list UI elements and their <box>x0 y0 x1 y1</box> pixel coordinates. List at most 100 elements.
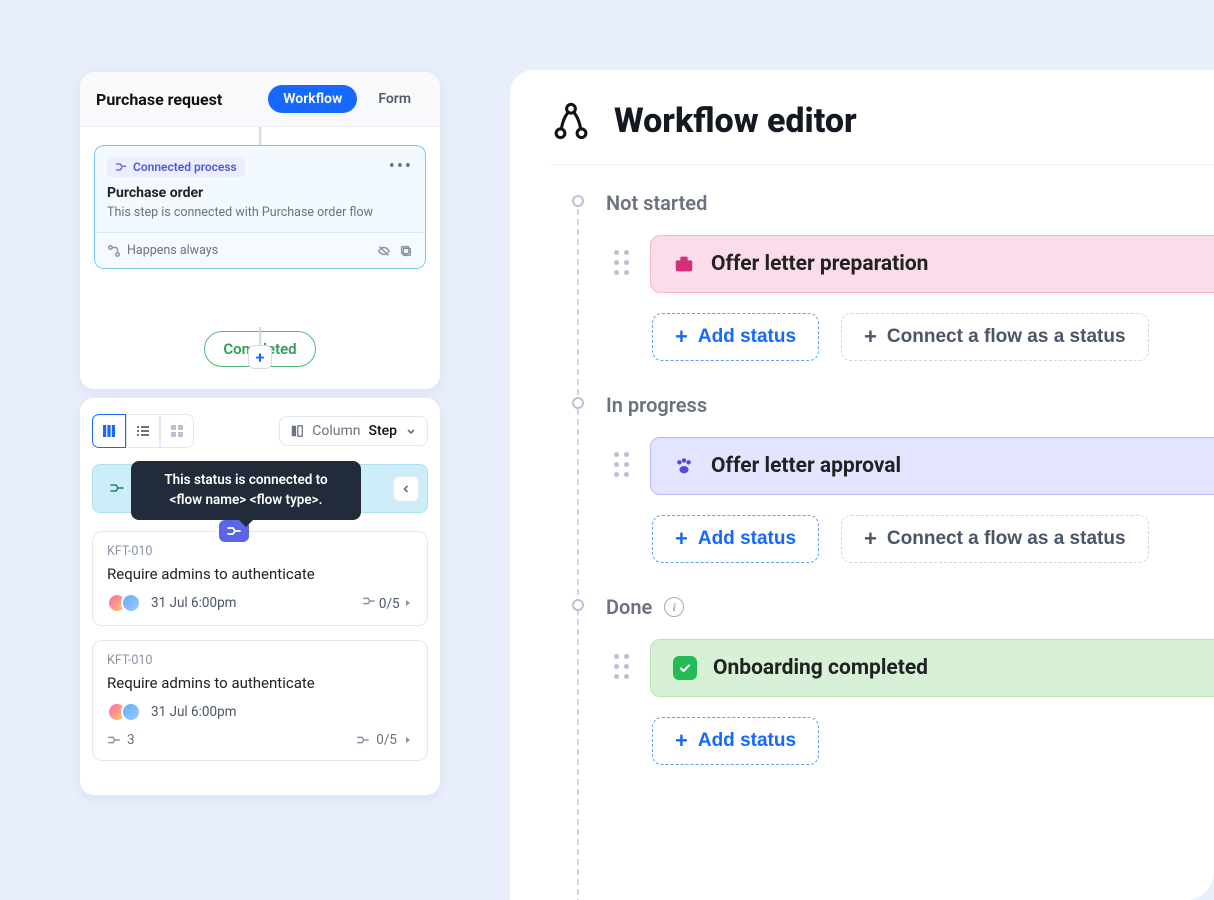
panel-body: Connected process ••• Purchase order Thi… <box>80 127 440 389</box>
tooltip-line: <flow name> <flow type>. <box>145 491 347 511</box>
status-label: Onboarding completed <box>713 656 928 680</box>
connected-process-label: Connected process <box>133 160 237 174</box>
drag-handle[interactable] <box>614 250 632 278</box>
view-board-button[interactable] <box>92 414 126 448</box>
stage-label: Done i <box>606 595 1214 619</box>
drag-handle[interactable] <box>614 452 632 480</box>
flow-icon <box>115 161 127 173</box>
editor-title: Workflow editor <box>614 101 857 141</box>
stage-label: In progress <box>606 393 1214 417</box>
board-icon <box>101 423 117 439</box>
status-offer-approval[interactable]: Offer letter approval <box>650 437 1214 495</box>
add-step-button[interactable]: + <box>248 345 272 369</box>
canvas: Purchase request Workflow Form Connected… <box>0 0 1214 900</box>
chevron-down-icon <box>405 425 417 437</box>
purchase-request-panel: Purchase request Workflow Form Connected… <box>80 72 440 389</box>
task-title: Require admins to authenticate <box>107 565 413 583</box>
column-value: Step <box>368 423 397 439</box>
panel-title: Purchase request <box>96 90 222 109</box>
column-collapse-button[interactable] <box>393 476 419 502</box>
chevron-left-icon <box>400 483 412 495</box>
task-id: KFT-010 <box>107 653 413 668</box>
connected-process-tag: Connected process <box>107 157 245 177</box>
happens-label: Happens always <box>127 243 218 258</box>
avatar <box>121 593 141 613</box>
status-label: Offer letter approval <box>711 454 901 478</box>
tab-form[interactable]: Form <box>363 85 426 113</box>
panel-tabs: Workflow Form <box>268 85 426 113</box>
task-meta: 31 Jul 6:00pm 0/5 <box>107 593 413 613</box>
add-status-button[interactable]: +Add status <box>652 313 819 361</box>
stage-done: Done i Onboarding completed +Add status <box>572 595 1214 765</box>
workflow-editor-panel: Workflow editor Not started Offer letter… <box>510 70 1214 900</box>
connector-line <box>259 127 261 145</box>
status-tooltip: This status is connected to <flow name> … <box>131 461 361 520</box>
stage-dot <box>572 195 584 207</box>
briefcase-icon <box>673 253 695 275</box>
stages-container: Not started Offer letter preparation +Ad… <box>572 191 1214 765</box>
board-panel: Column Step This status is connected to … <box>80 398 440 795</box>
status-offer-prep[interactable]: Offer letter preparation <box>650 235 1214 293</box>
assignee-avatars[interactable] <box>107 593 141 613</box>
chevron-right-icon[interactable] <box>403 598 413 608</box>
stage-in-progress: In progress Offer letter approval +Add s… <box>572 393 1214 563</box>
status-label: Offer letter preparation <box>711 252 928 276</box>
editor-header: Workflow editor <box>550 100 1214 165</box>
stage-not-started: Not started Offer letter preparation +Ad… <box>572 191 1214 361</box>
assignee-avatars[interactable] <box>107 702 141 722</box>
task-footer: 3 0/5 <box>107 732 413 748</box>
visibility-icon[interactable] <box>377 244 391 258</box>
task-meta: 31 Jul 6:00pm <box>107 702 413 722</box>
list-icon <box>135 423 151 439</box>
workflow-icon <box>550 100 592 142</box>
more-icon[interactable]: ••• <box>389 156 413 177</box>
info-icon[interactable]: i <box>664 597 684 617</box>
drag-handle[interactable] <box>614 654 632 682</box>
step-title: Purchase order <box>95 183 425 205</box>
grid-icon <box>169 423 185 439</box>
stage-label: Not started <box>606 191 1214 215</box>
avatar <box>121 702 141 722</box>
subtask-count: 3 <box>107 732 135 748</box>
subtask-icon <box>107 733 121 747</box>
view-grid-button[interactable] <box>160 414 194 448</box>
tooltip-line: This status is connected to <box>145 471 347 491</box>
task-counter: 0/5 <box>362 594 413 612</box>
column-label: Column <box>312 423 360 439</box>
status-onboarding[interactable]: Onboarding completed <box>650 639 1214 697</box>
task-card[interactable]: KFT-010 Require admins to authenticate 3… <box>92 531 428 626</box>
check-icon <box>673 656 697 680</box>
add-status-button[interactable]: +Add status <box>652 515 819 563</box>
subtask-icon <box>362 594 376 608</box>
stage-label-text: Done <box>606 595 652 619</box>
actions-row: +Add status <box>652 717 1214 765</box>
stage-dot <box>572 397 584 409</box>
chevron-right-icon[interactable] <box>403 735 413 745</box>
view-list-button[interactable] <box>126 414 160 448</box>
step-footer: Happens always <box>95 232 425 268</box>
actions-row: +Add status +Connect a flow as a status <box>652 515 1214 563</box>
status-row: Offer letter preparation <box>614 235 1214 293</box>
status-row: Onboarding completed <box>614 639 1214 697</box>
copy-icon[interactable] <box>399 244 413 258</box>
task-id: KFT-010 <box>107 544 413 559</box>
column-flow-icon <box>109 480 125 496</box>
task-card[interactable]: KFT-010 Require admins to authenticate 3… <box>92 640 428 761</box>
paw-icon <box>673 455 695 477</box>
subtask-icon <box>356 733 370 747</box>
task-title: Require admins to authenticate <box>107 674 413 692</box>
task-date: 31 Jul 6:00pm <box>151 704 237 720</box>
task-date: 31 Jul 6:00pm <box>151 595 237 611</box>
column-header[interactable]: This status is connected to <flow name> … <box>92 464 428 513</box>
connect-flow-button[interactable]: +Connect a flow as a status <box>841 515 1148 563</box>
add-status-button[interactable]: +Add status <box>652 717 819 765</box>
workflow-step-card[interactable]: Connected process ••• Purchase order Thi… <box>94 145 426 269</box>
view-switch <box>92 414 194 448</box>
status-row: Offer letter approval <box>614 437 1214 495</box>
column-select[interactable]: Column Step <box>279 416 428 446</box>
column-icon <box>290 424 304 438</box>
tab-workflow[interactable]: Workflow <box>268 85 357 113</box>
connect-flow-button[interactable]: +Connect a flow as a status <box>841 313 1148 361</box>
board-toolbar: Column Step <box>92 414 428 448</box>
actions-row: +Add status +Connect a flow as a status <box>652 313 1214 361</box>
